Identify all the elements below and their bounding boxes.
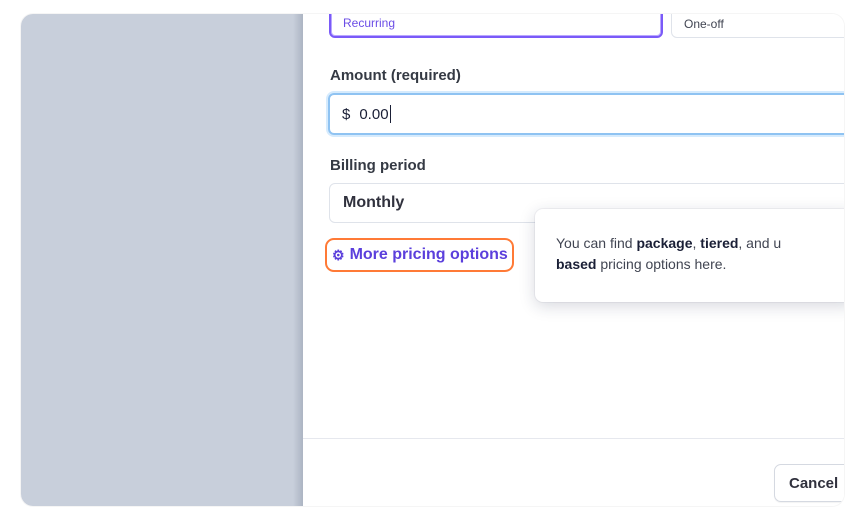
gear-icon: ⚙ — [332, 246, 345, 263]
tooltip-text-4: pricing options here. — [596, 256, 727, 272]
cancel-button-label: Cancel — [789, 474, 839, 492]
tooltip-text-1: You can find — [556, 235, 637, 251]
tooltip-bold-package: package — [636, 235, 693, 251]
text-cursor — [389, 105, 391, 123]
tooltip-bold-based: based — [556, 256, 597, 272]
tooltip-text-3: , and u — [738, 235, 782, 251]
one-off-option-label: One-off — [684, 17, 724, 31]
pricing-tooltip: You can find package, tiered, and u based… — [535, 209, 844, 302]
modal-frame: Recurring One-off Amount (required) $ 0.… — [21, 14, 844, 506]
one-off-option-button[interactable]: One-off — [671, 14, 844, 38]
recurring-option-button[interactable]: Recurring — [329, 14, 663, 38]
tooltip-bold-tiered: tiered — [700, 235, 739, 251]
currency-symbol: $ — [342, 105, 351, 123]
billing-period-value: Monthly — [343, 194, 405, 211]
footer-divider — [303, 438, 844, 439]
amount-label: Amount (required) — [330, 67, 461, 84]
more-pricing-options-button[interactable]: ⚙ More pricing options — [325, 238, 514, 272]
more-pricing-options-label: More pricing options — [349, 246, 508, 263]
page-backdrop — [21, 14, 303, 506]
billing-period-label: Billing period — [330, 157, 426, 174]
amount-value: 0.00 — [359, 105, 389, 123]
cancel-button[interactable]: Cancel — [774, 464, 844, 502]
pricing-panel: Recurring One-off Amount (required) $ 0.… — [303, 14, 844, 506]
recurring-option-label: Recurring — [343, 16, 396, 30]
amount-input[interactable]: $ 0.00 — [328, 93, 844, 135]
